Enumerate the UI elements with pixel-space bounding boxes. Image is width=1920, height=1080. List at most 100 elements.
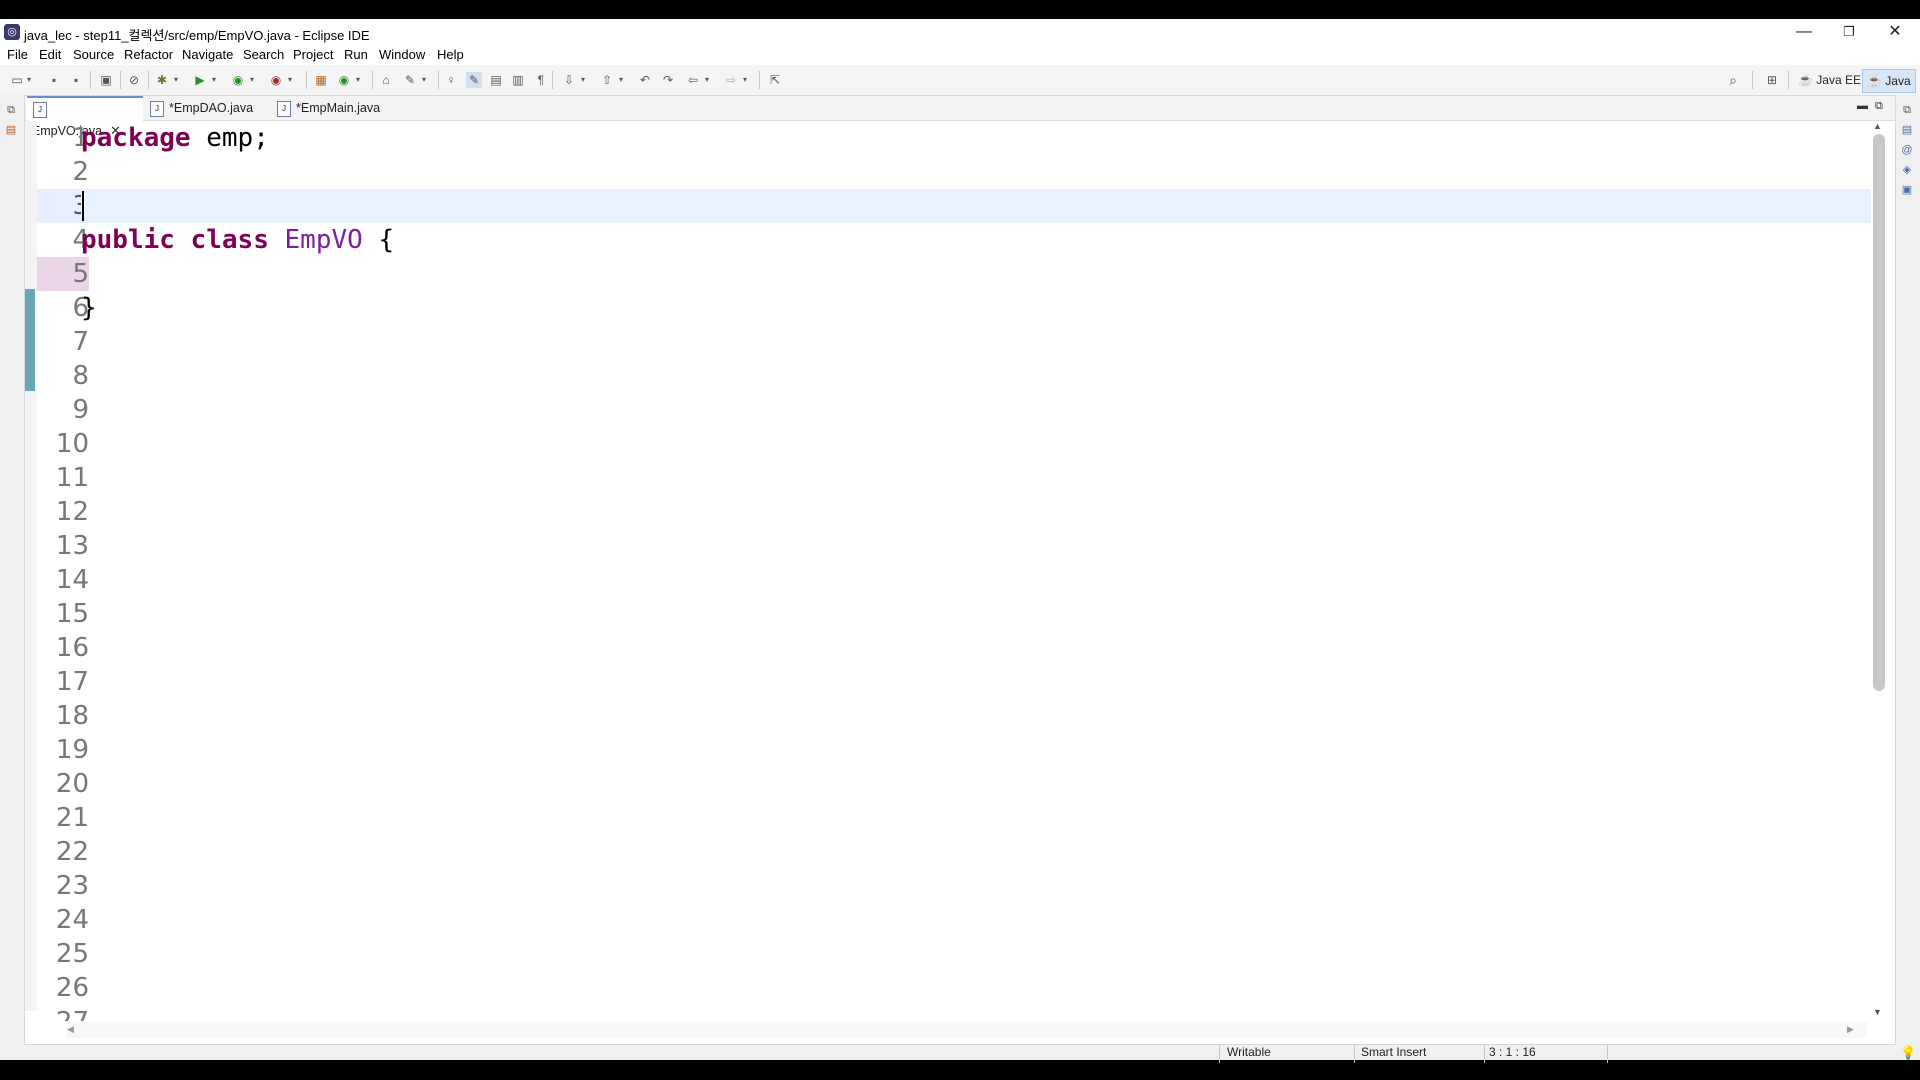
quick-diff-marker bbox=[25, 289, 35, 391]
search-dropdown-icon[interactable]: ▾ bbox=[419, 72, 429, 88]
keyword-public: public bbox=[81, 225, 175, 255]
minimize-icon[interactable]: — bbox=[1781, 19, 1827, 45]
run-dropdown-icon[interactable]: ▾ bbox=[209, 72, 219, 88]
toggle-mark-occurrences-icon[interactable]: ✎ bbox=[466, 72, 482, 88]
external-tools-icon[interactable]: ◉ bbox=[268, 72, 284, 88]
show-whitespace-icon[interactable]: ▥ bbox=[510, 72, 526, 88]
tab-empvo[interactable]: J*EmpVO.java ✕ bbox=[27, 96, 143, 138]
pin-editor-icon[interactable]: ⇱ bbox=[767, 72, 783, 88]
line-number: 11 bbox=[55, 463, 89, 493]
keyword-class: class bbox=[190, 225, 269, 255]
status-insert-mode: Smart Insert bbox=[1361, 1045, 1427, 1059]
open-perspective-icon[interactable]: ⊞ bbox=[1764, 72, 1780, 88]
code-line-6[interactable]: } bbox=[81, 291, 1871, 325]
search-icon[interactable]: ⌕ bbox=[1725, 72, 1741, 88]
class-name: EmpVO bbox=[284, 225, 363, 255]
eclipse-icon: ◎ bbox=[4, 24, 20, 40]
tab-empmain[interactable]: J *EmpMain.java bbox=[277, 96, 397, 120]
annotation-ruler bbox=[25, 121, 37, 1011]
code-line-1[interactable]: package emp; bbox=[81, 121, 1871, 155]
back-icon[interactable]: ⇦ bbox=[685, 72, 701, 88]
restore-icon[interactable]: ❐ bbox=[1826, 19, 1872, 45]
code-line-4[interactable]: public class EmpVO { bbox=[81, 223, 1871, 257]
declaration-view-icon[interactable]: ◈ bbox=[1900, 163, 1914, 177]
minimize-editor-icon[interactable]: ▬ bbox=[1857, 100, 1868, 112]
terminal-icon[interactable]: ▣ bbox=[98, 72, 114, 88]
external-tools-dropdown-icon[interactable]: ▾ bbox=[285, 72, 295, 88]
java-ee-perspective-icon: ☕ bbox=[1798, 73, 1813, 87]
open-type-icon[interactable]: ⌂ bbox=[378, 72, 394, 88]
new-icon[interactable]: ▭ bbox=[9, 72, 25, 88]
menu-edit[interactable]: Edit bbox=[39, 47, 61, 62]
horizontal-scrollbar[interactable]: ◀ ▶ bbox=[67, 1022, 1867, 1038]
debug-icon[interactable]: ✱ bbox=[154, 72, 170, 88]
new-package-icon[interactable]: ▦ bbox=[313, 72, 329, 88]
last-edit-location-icon[interactable]: ↶ bbox=[637, 72, 653, 88]
scroll-up-icon[interactable]: ▲ bbox=[1873, 121, 1882, 131]
perspective-java-ee[interactable]: ☕ Java EE bbox=[1794, 69, 1865, 91]
line-number: 10 bbox=[55, 429, 89, 459]
text-cursor bbox=[82, 191, 84, 221]
coverage-icon[interactable]: ◉ bbox=[230, 72, 246, 88]
package-explorer-icon[interactable]: ▤ bbox=[4, 123, 18, 137]
perspective-java[interactable]: ☕ Java bbox=[1862, 69, 1916, 93]
debug-dropdown-icon[interactable]: ▾ bbox=[171, 72, 181, 88]
save-icon[interactable]: ▪ bbox=[46, 72, 62, 88]
menu-window[interactable]: Window bbox=[379, 47, 425, 62]
javadoc-view-icon[interactable]: @ bbox=[1900, 143, 1914, 157]
previous-annotation-icon[interactable]: ⇧ bbox=[599, 72, 615, 88]
menu-search[interactable]: Search bbox=[243, 47, 284, 62]
coverage-dropdown-icon[interactable]: ▾ bbox=[247, 72, 257, 88]
forward-icon[interactable]: ⇨ bbox=[723, 72, 739, 88]
back-dropdown-icon[interactable]: ▾ bbox=[702, 72, 712, 88]
skip-breakpoints-icon[interactable]: ⊘ bbox=[126, 72, 142, 88]
maximize-editor-icon[interactable]: ⧉ bbox=[1875, 100, 1883, 113]
eclipse-window: ◎ java_lec - step11_컬렉션/src/emp/EmpVO.ja… bbox=[0, 19, 1920, 1063]
lightbulb-icon[interactable]: 💡 bbox=[1900, 1045, 1916, 1061]
close-icon[interactable]: ✕ bbox=[1872, 19, 1918, 45]
menu-source[interactable]: Source bbox=[73, 47, 114, 62]
search-toolbar-icon[interactable]: ✎ bbox=[402, 72, 418, 88]
console-view-icon[interactable]: ▣ bbox=[1900, 183, 1914, 197]
save-all-icon[interactable]: ▪ bbox=[68, 72, 84, 88]
run-icon[interactable]: ▶ bbox=[192, 72, 208, 88]
restore-view-icon[interactable]: ⧉ bbox=[4, 103, 18, 117]
menu-project[interactable]: Project bbox=[293, 47, 333, 62]
perspective-java-ee-label: Java EE bbox=[1816, 73, 1861, 87]
open-task-icon[interactable]: ♀ bbox=[443, 72, 459, 88]
code-line-3[interactable] bbox=[81, 189, 1871, 223]
menu-run[interactable]: Run bbox=[344, 47, 368, 62]
restore-view-icon[interactable]: ⧉ bbox=[1900, 103, 1914, 117]
line-number: 19 bbox=[55, 735, 89, 765]
menu-help[interactable]: Help bbox=[437, 47, 464, 62]
scroll-right-icon[interactable]: ▶ bbox=[1847, 1024, 1854, 1035]
next-annotation-icon[interactable]: ⇩ bbox=[561, 72, 577, 88]
line-number: 12 bbox=[55, 497, 89, 527]
left-trim: ⧉ ▤ bbox=[0, 95, 22, 1045]
scroll-left-icon[interactable]: ◀ bbox=[67, 1024, 74, 1035]
vertical-scrollbar[interactable]: ▲ ▼ bbox=[1869, 121, 1887, 1019]
new-class-icon[interactable]: ◉ bbox=[336, 72, 352, 88]
forward-dropdown-icon[interactable]: ▾ bbox=[740, 72, 750, 88]
java-perspective-icon: ☕ bbox=[1867, 74, 1882, 88]
vertical-scroll-thumb[interactable] bbox=[1873, 134, 1885, 691]
pilcrow-icon[interactable]: ¶ bbox=[533, 72, 549, 88]
line-number: 22 bbox=[55, 837, 89, 867]
toggle-block-selection-icon[interactable]: ▤ bbox=[488, 72, 504, 88]
java-file-icon: J bbox=[33, 101, 47, 118]
code-line-5[interactable] bbox=[81, 257, 1871, 291]
code-line-2[interactable] bbox=[81, 155, 1871, 189]
editor-area: J*EmpVO.java ✕ J *EmpDAO.java J *EmpMain.ja… bbox=[24, 95, 1896, 1045]
menu-refactor[interactable]: Refactor bbox=[124, 47, 173, 62]
menu-navigate[interactable]: Navigate bbox=[182, 47, 233, 62]
tab-empdao[interactable]: J *EmpDAO.java bbox=[150, 96, 266, 120]
previous-annotation-dropdown-icon[interactable]: ▾ bbox=[616, 72, 626, 88]
line-number: 20 bbox=[55, 769, 89, 799]
scroll-down-icon[interactable]: ▼ bbox=[1873, 1007, 1882, 1017]
menu-file[interactable]: File bbox=[7, 47, 28, 62]
new-class-dropdown-icon[interactable]: ▾ bbox=[353, 72, 363, 88]
outline-view-icon[interactable]: ▤ bbox=[1900, 123, 1914, 137]
next-annotation-dropdown-icon[interactable]: ▾ bbox=[578, 72, 588, 88]
new-dropdown-icon[interactable]: ▾ bbox=[24, 72, 34, 88]
forward-edit-icon[interactable]: ↷ bbox=[660, 72, 676, 88]
